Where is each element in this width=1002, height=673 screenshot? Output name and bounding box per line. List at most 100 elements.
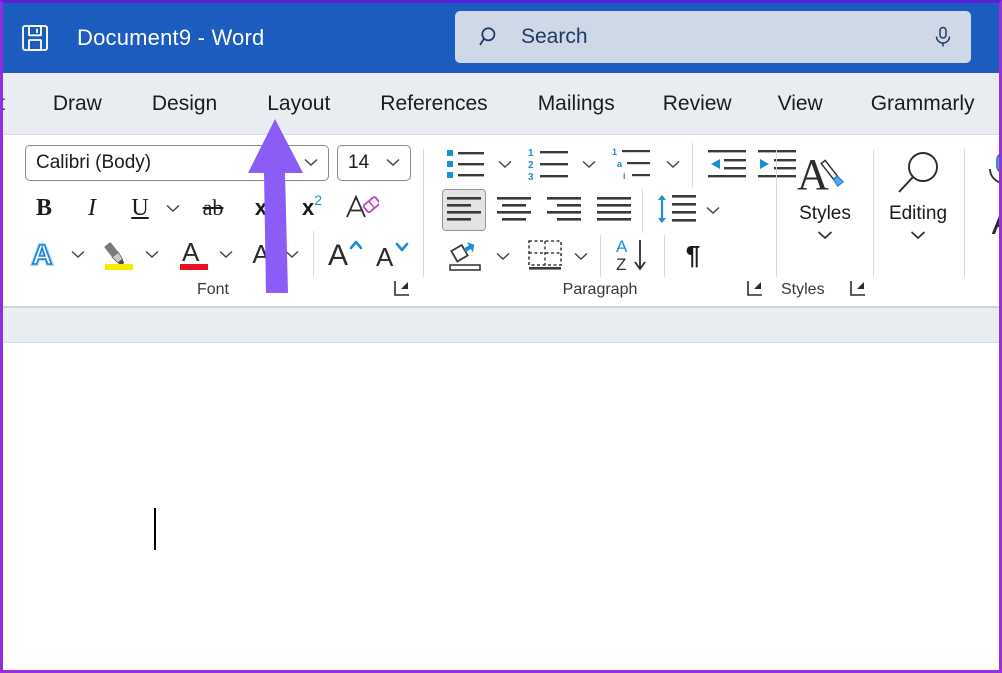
- font-name-combo[interactable]: Calibri (Body): [25, 145, 329, 181]
- microphone-icon[interactable]: [931, 25, 955, 49]
- numbering-button[interactable]: 1 2 3: [524, 143, 574, 185]
- shrink-font-button[interactable]: A: [371, 235, 413, 275]
- align-center-button[interactable]: [492, 189, 536, 231]
- chevron-down-icon: [496, 252, 510, 260]
- clear-formatting-button[interactable]: [339, 189, 381, 227]
- numbering-digit-1: 1: [528, 148, 534, 159]
- decrease-indent-icon: [708, 150, 746, 178]
- line-spacing-dropdown[interactable]: [700, 195, 726, 225]
- document-page[interactable]: [3, 343, 999, 670]
- styles-dialog-launcher[interactable]: [849, 279, 867, 297]
- divider-borders-sort: [600, 235, 601, 277]
- numbering-digit-2: 2: [528, 160, 534, 171]
- strikethrough-button[interactable]: ab: [193, 191, 233, 225]
- word-window: Document9 - Word Search t Draw Design: [0, 0, 1002, 673]
- shading-button[interactable]: [444, 235, 490, 277]
- subscript-button[interactable]: x: [245, 191, 277, 225]
- align-left-button[interactable]: [442, 189, 486, 231]
- chevron-down-icon: [666, 160, 680, 168]
- justify-icon: [597, 197, 631, 221]
- shading-icon: [449, 242, 481, 271]
- text-effects-dropdown[interactable]: [65, 239, 91, 269]
- text-effects-icon: A A: [30, 237, 54, 271]
- multilevel-list-icon: 1 a i: [612, 147, 650, 181]
- divider-sort-marks: [664, 235, 665, 277]
- tab-view[interactable]: View: [762, 73, 839, 135]
- decrease-indent-button[interactable]: [704, 143, 750, 185]
- chevron-down-icon: [166, 204, 180, 212]
- highlight-button[interactable]: [97, 233, 141, 277]
- svg-text:A: A: [182, 237, 200, 267]
- underline-button[interactable]: U: [123, 191, 157, 225]
- align-right-button[interactable]: [542, 189, 586, 231]
- line-spacing-button[interactable]: [652, 189, 700, 231]
- highlight-dropdown[interactable]: [139, 239, 165, 269]
- font-color-dropdown[interactable]: [213, 239, 239, 269]
- svg-text:i: i: [623, 171, 626, 181]
- superscript-button[interactable]: x 2: [291, 191, 333, 225]
- line-spacing-icon: [658, 195, 696, 223]
- grow-font-button[interactable]: A: [323, 233, 367, 275]
- clear-formatting-icon: [346, 194, 379, 218]
- font-dialog-launcher[interactable]: [393, 279, 411, 297]
- text-effects-button[interactable]: A A: [25, 235, 67, 273]
- styles-button-label: Styles: [799, 203, 851, 224]
- text-shading-button[interactable]: A: [243, 235, 279, 273]
- dialog-launcher-icon: [850, 281, 865, 296]
- underline-dropdown[interactable]: [161, 193, 185, 223]
- font-color-icon: A: [180, 237, 208, 270]
- ruler-band: [3, 307, 999, 343]
- voice-group: A: [965, 135, 999, 307]
- align-right-icon: [547, 197, 581, 221]
- italic-button[interactable]: I: [75, 191, 109, 225]
- dictate-button[interactable]: [983, 149, 999, 193]
- borders-button[interactable]: [522, 235, 568, 277]
- search-box[interactable]: Search: [455, 11, 971, 63]
- text-cursor: [154, 508, 156, 550]
- borders-dropdown[interactable]: [568, 241, 594, 271]
- search-icon: [477, 24, 503, 50]
- tab-references[interactable]: References: [364, 73, 503, 135]
- tab-draw[interactable]: Draw: [37, 73, 118, 135]
- justify-button[interactable]: [592, 189, 636, 231]
- editor-button[interactable]: A: [981, 201, 999, 245]
- tab-mailings[interactable]: Mailings: [522, 73, 631, 135]
- search-input[interactable]: Search: [521, 25, 588, 49]
- chevron-down-icon: [285, 250, 299, 258]
- shading-dropdown[interactable]: [490, 241, 516, 271]
- font-group-label: Font: [196, 281, 229, 298]
- divider-align-spacing: [642, 189, 643, 233]
- numbering-dropdown[interactable]: [576, 149, 602, 179]
- tab-insert-cut[interactable]: t: [3, 73, 13, 135]
- font-color-button[interactable]: A: [173, 233, 215, 277]
- styles-brush-icon: A: [797, 150, 845, 199]
- text-shading-dropdown[interactable]: [279, 239, 305, 269]
- text-shading-label: A: [252, 239, 270, 269]
- editing-button[interactable]: Editing: [876, 149, 960, 245]
- tab-layout[interactable]: Layout: [251, 73, 346, 135]
- save-icon[interactable]: [15, 18, 55, 58]
- tab-review[interactable]: Review: [647, 73, 748, 135]
- bullets-button[interactable]: [442, 143, 490, 185]
- chevron-down-icon[interactable]: [817, 227, 833, 245]
- chevron-down-icon[interactable]: [910, 227, 926, 245]
- svg-text:A: A: [616, 237, 628, 256]
- ribbon-tab-strip: t Draw Design Layout References Mailings…: [3, 73, 999, 135]
- strikethrough-label: ab: [202, 195, 224, 220]
- paragraph-dialog-launcher[interactable]: [746, 279, 764, 297]
- tab-grammarly[interactable]: Grammarly: [855, 73, 991, 135]
- font-size-combo[interactable]: 14: [337, 145, 411, 181]
- multilevel-list-dropdown[interactable]: [660, 149, 686, 179]
- multilevel-list-button[interactable]: 1 a i: [608, 143, 658, 185]
- editing-button-label: Editing: [888, 203, 948, 224]
- show-formatting-marks-button[interactable]: ¶: [674, 235, 712, 275]
- bullets-dropdown[interactable]: [492, 149, 518, 179]
- bold-button[interactable]: B: [27, 191, 61, 225]
- shrink-font-icon: A: [376, 242, 409, 272]
- styles-button[interactable]: A Styles: [783, 149, 867, 245]
- sort-button[interactable]: A Z: [610, 233, 658, 277]
- svg-text:A: A: [328, 239, 348, 272]
- styles-group: A Styles Styles: [777, 135, 873, 307]
- tab-design[interactable]: Design: [136, 73, 233, 135]
- chevron-down-icon: [574, 252, 588, 260]
